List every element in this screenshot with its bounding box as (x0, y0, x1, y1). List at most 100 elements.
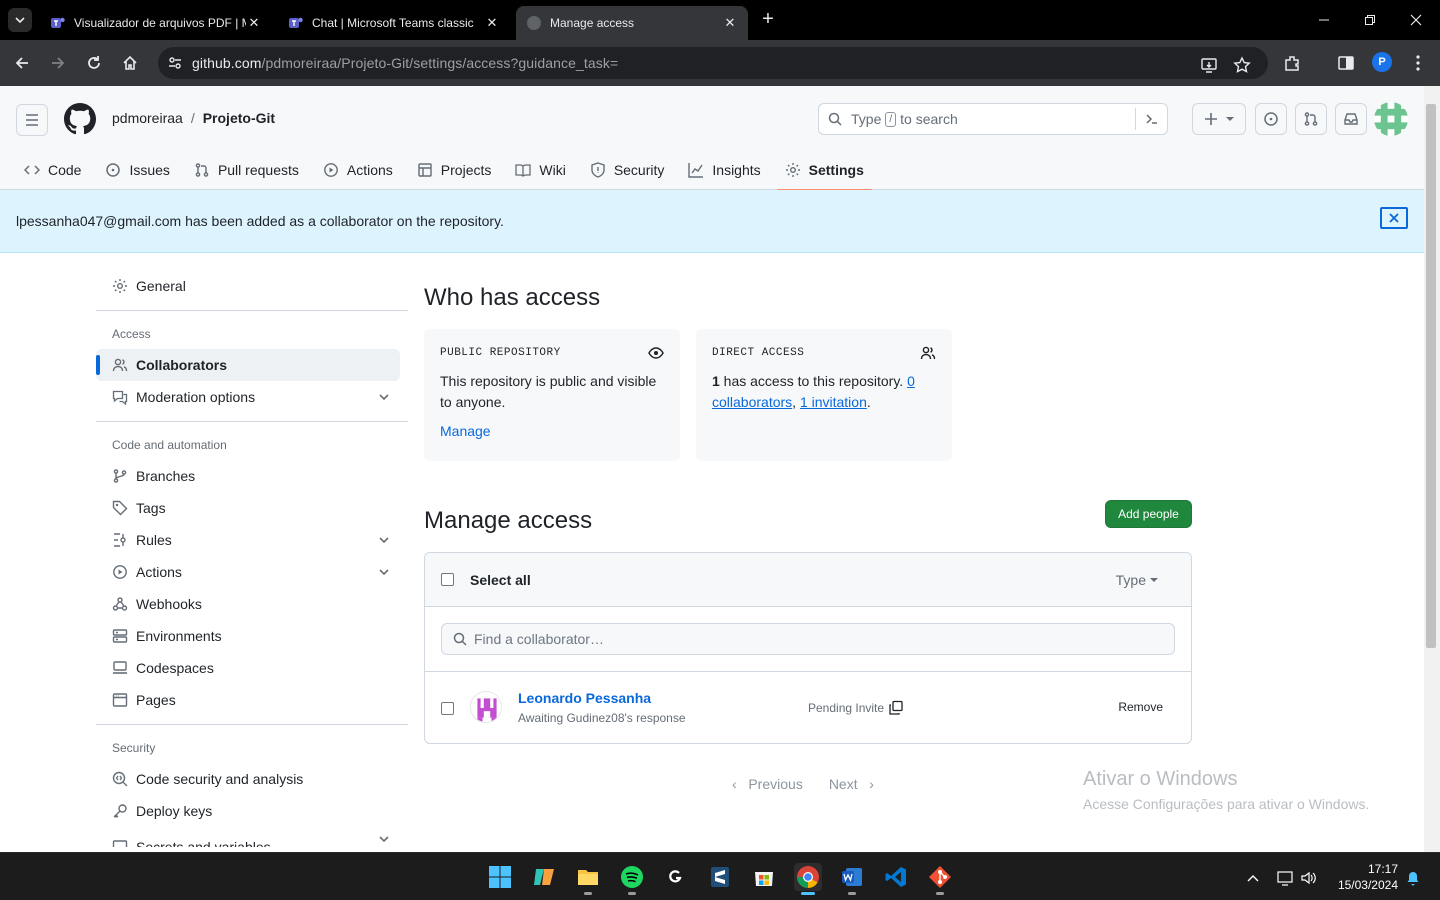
close-window-icon[interactable] (1406, 10, 1426, 30)
close-icon[interactable]: ✕ (484, 15, 500, 31)
profile-avatar[interactable]: P (1372, 52, 1392, 72)
copilot-icon[interactable] (530, 863, 558, 891)
windows-start-icon[interactable] (486, 863, 514, 891)
sidebar-item-rules[interactable]: Rules (96, 524, 400, 556)
browser-tab[interactable]: Visualizador de arquivos PDF | M ✕ (40, 6, 272, 40)
browser-menu-icon[interactable] (1407, 52, 1429, 74)
manage-visibility-link[interactable]: Manage (440, 423, 664, 439)
git-icon[interactable] (926, 863, 954, 895)
sidebar-item-pages[interactable]: Pages (96, 684, 400, 716)
collaborator-avatar[interactable] (470, 691, 502, 723)
sidebar-item-tags[interactable]: Tags (96, 492, 400, 524)
owner-link[interactable]: pdmoreiraa (112, 110, 183, 126)
sidebar-item-branches[interactable]: Branches (96, 460, 400, 492)
tab-settings[interactable]: Settings (776, 150, 873, 191)
collaborator-name-link[interactable]: Leonardo Pessanha (518, 690, 651, 706)
new-tab-button[interactable]: + (758, 9, 778, 30)
github-desktop-icon[interactable] (662, 863, 690, 891)
tab-security[interactable]: Security (582, 150, 673, 190)
command-palette-icon[interactable] (1135, 108, 1167, 130)
search-icon (828, 112, 842, 126)
install-app-icon[interactable] (1198, 54, 1220, 76)
spotify-icon[interactable] (618, 863, 646, 895)
browser-tab-strip: Visualizador de arquivos PDF | M ✕ Chat … (0, 0, 1440, 40)
bookmark-star-icon[interactable] (1231, 54, 1253, 76)
volume-icon[interactable] (1300, 869, 1318, 887)
find-collaborator-input[interactable]: Find a collaborator… (441, 623, 1175, 655)
sidebar-item-actions[interactable]: Actions (96, 556, 400, 588)
user-avatar[interactable] (1374, 102, 1408, 136)
vscode-icon[interactable] (882, 863, 910, 891)
close-icon (1389, 213, 1399, 223)
sidebar-item-webhooks[interactable]: Webhooks (96, 588, 400, 620)
page-scrollbar[interactable] (1424, 86, 1440, 852)
tab-wiki[interactable]: Wiki (507, 150, 573, 190)
sidebar-item-secrets[interactable]: Secrets and variables (96, 827, 400, 847)
sidebar-item-label: Secrets and variables (136, 839, 271, 847)
collaborator-checkbox[interactable] (441, 702, 454, 715)
restore-icon[interactable] (1360, 10, 1380, 30)
browser-tab[interactable]: Chat | Microsoft Teams classic ✕ (278, 6, 510, 40)
scrollbar-thumb[interactable] (1426, 104, 1436, 648)
network-icon[interactable] (1276, 869, 1294, 887)
previous-page-button[interactable]: ‹ Previous (732, 776, 803, 792)
issues-button[interactable] (1255, 103, 1287, 135)
site-info-icon[interactable] (160, 55, 190, 71)
extensions-icon[interactable] (1281, 52, 1303, 74)
sidebar-item-collaborators[interactable]: Collaborators (96, 349, 400, 381)
tab-search-button[interactable] (8, 8, 32, 32)
home-icon[interactable] (119, 52, 141, 74)
sidebar-item-general[interactable]: General (96, 270, 400, 302)
close-icon[interactable]: ✕ (722, 15, 738, 31)
back-arrow-icon[interactable] (11, 52, 33, 74)
file-explorer-icon[interactable] (574, 863, 602, 895)
tab-projects[interactable]: Projects (409, 150, 500, 190)
tab-issues[interactable]: Issues (97, 150, 177, 190)
invitation-link[interactable]: 1 invitation (800, 394, 867, 410)
chrome-icon[interactable] (794, 863, 822, 895)
sidebar-item-environments[interactable]: Environments (96, 620, 400, 652)
word-icon[interactable] (838, 863, 866, 895)
select-all-checkbox[interactable] (441, 573, 454, 586)
sidebar-item-code-security[interactable]: Code security and analysis (96, 763, 400, 795)
repo-link[interactable]: Projeto-Git (203, 110, 275, 126)
close-icon[interactable]: ✕ (246, 15, 262, 31)
copy-icon[interactable] (888, 700, 904, 716)
next-page-button[interactable]: Next › (829, 776, 874, 792)
repo-navigation: Code Issues Pull requests Actions Projec… (16, 150, 880, 191)
add-people-button[interactable]: Add people (1105, 500, 1192, 528)
type-filter-dropdown[interactable]: Type (1116, 572, 1159, 588)
microsoft-store-icon[interactable] (750, 863, 778, 891)
chevron-down-icon (379, 537, 389, 544)
manage-access-title: Manage access (424, 507, 593, 534)
pull-requests-button[interactable] (1295, 103, 1327, 135)
remove-collaborator-button[interactable]: Remove (1118, 700, 1163, 714)
type-filter-label: Type (1115, 572, 1146, 588)
system-clock[interactable]: 17:17 15/03/2024 (1330, 861, 1398, 893)
browser-tab-active[interactable]: Manage access ✕ (516, 6, 748, 40)
address-bar[interactable]: github.com/pdmoreiraa/Projeto-Git/settin… (158, 47, 1268, 79)
side-panel-icon[interactable] (1335, 52, 1357, 74)
sidebar-item-codespaces[interactable]: Codespaces (96, 652, 400, 684)
sidebar-item-deploy-keys[interactable]: Deploy keys (96, 795, 400, 827)
dismiss-flash-button[interactable] (1380, 207, 1408, 229)
sublime-icon[interactable] (706, 863, 734, 891)
search-input[interactable]: Type / to search (818, 103, 1168, 135)
sidebar-item-moderation[interactable]: Moderation options (96, 381, 400, 413)
codespaces-icon (113, 661, 127, 674)
notification-bell-icon[interactable] (1404, 869, 1422, 887)
tab-pull-requests[interactable]: Pull requests (186, 150, 307, 190)
search-icon (453, 632, 467, 646)
tab-actions[interactable]: Actions (315, 150, 401, 190)
create-new-button[interactable] (1192, 103, 1246, 135)
tab-insights[interactable]: Insights (680, 150, 768, 190)
tab-code[interactable]: Code (16, 150, 89, 190)
forward-arrow-icon[interactable] (47, 52, 69, 74)
chevron-up-icon[interactable] (1244, 869, 1262, 887)
github-logo-icon[interactable] (64, 103, 96, 135)
repo-rules-icon (114, 533, 126, 547)
hamburger-menu-button[interactable] (16, 104, 48, 136)
minimize-icon[interactable] (1314, 10, 1334, 30)
reload-icon[interactable] (83, 52, 105, 74)
inbox-button[interactable] (1335, 103, 1367, 135)
